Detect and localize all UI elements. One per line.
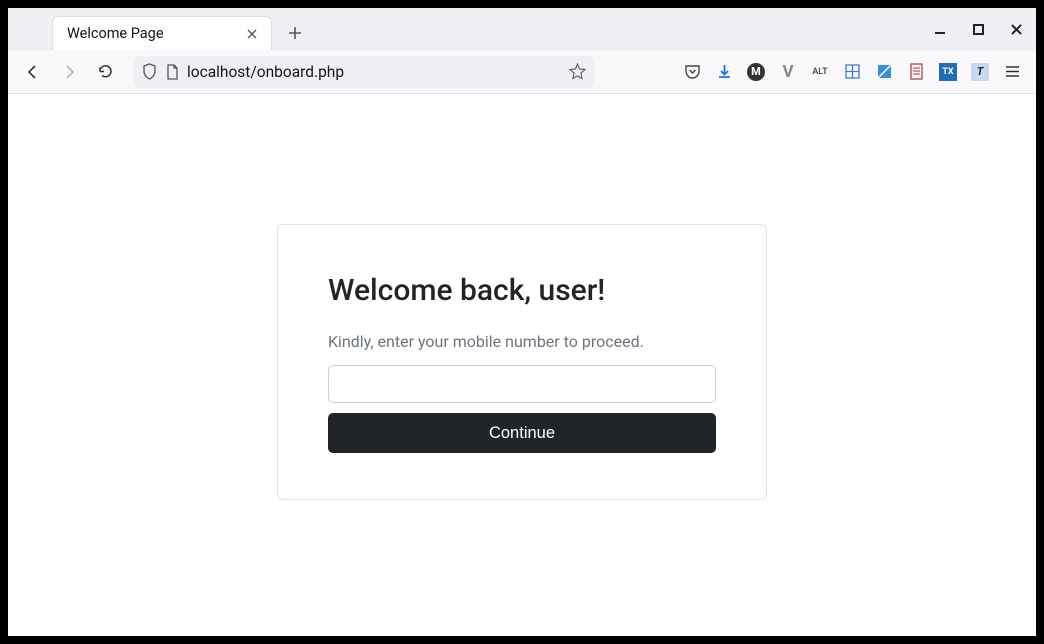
reload-button[interactable] <box>90 57 120 87</box>
downloads-icon[interactable] <box>714 62 734 82</box>
browser-tab[interactable]: Welcome Page <box>52 16 272 50</box>
extension-blue-square-icon[interactable] <box>874 62 894 82</box>
page-content: Welcome back, user! Kindly, enter your m… <box>8 94 1036 636</box>
forward-button[interactable] <box>54 57 84 87</box>
close-tab-icon[interactable] <box>243 25 261 43</box>
url-text: localhost/onboard.php <box>187 63 344 81</box>
shield-icon <box>142 63 157 80</box>
maximize-icon[interactable] <box>966 17 990 41</box>
continue-button[interactable]: Continue <box>328 413 716 453</box>
tab-strip: Welcome Page <box>8 8 1036 50</box>
page-icon <box>165 64 179 80</box>
bookmark-star-icon[interactable] <box>569 63 586 80</box>
extension-doc-icon[interactable] <box>906 62 926 82</box>
welcome-heading: Welcome back, user! <box>328 273 716 308</box>
extension-alt-icon[interactable]: ALT <box>810 62 830 82</box>
mobile-number-input[interactable] <box>328 365 716 403</box>
extension-t-icon[interactable]: T <box>970 62 990 82</box>
welcome-card: Welcome back, user! Kindly, enter your m… <box>277 224 767 500</box>
browser-toolbar: localhost/onboard.php M V ALT <box>8 50 1036 94</box>
extension-m-icon[interactable]: M <box>746 62 766 82</box>
extension-grid-icon[interactable] <box>842 62 862 82</box>
tab-title: Welcome Page <box>63 25 243 42</box>
new-tab-button[interactable] <box>280 18 310 48</box>
pocket-icon[interactable] <box>682 62 702 82</box>
back-button[interactable] <box>18 57 48 87</box>
url-bar[interactable]: localhost/onboard.php <box>134 56 594 88</box>
minimize-icon[interactable] <box>928 17 952 41</box>
close-window-icon[interactable] <box>1004 17 1028 41</box>
welcome-subtext: Kindly, enter your mobile number to proc… <box>328 332 716 351</box>
extension-tx-icon[interactable]: TX <box>938 62 958 82</box>
extension-v-icon[interactable]: V <box>778 62 798 82</box>
menu-icon[interactable] <box>1002 62 1022 82</box>
